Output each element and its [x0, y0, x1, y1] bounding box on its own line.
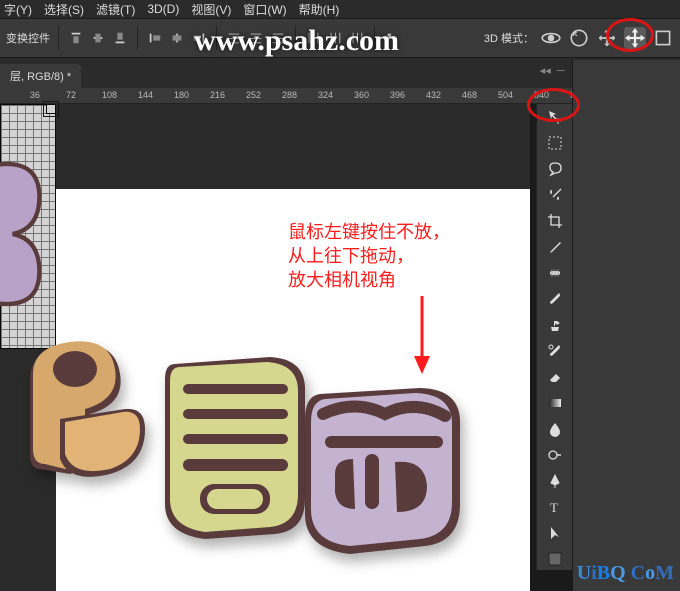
menu-item-view[interactable]: 视图(V): [191, 1, 231, 18]
clone-stamp-icon[interactable]: [542, 314, 568, 336]
ruler-tick-label: 216: [210, 90, 225, 100]
pan-3d-icon[interactable]: [596, 27, 618, 49]
instruction-line-1: 鼠标左键按住不放，: [288, 220, 450, 244]
tools-panel: T: [536, 104, 572, 570]
menu-item-type[interactable]: 字(Y): [4, 1, 32, 18]
ruler-tick-label: 36: [30, 90, 40, 100]
align-left-icon[interactable]: [146, 29, 164, 47]
mode-3d-group: 3D 模式：: [484, 27, 674, 49]
lasso-icon[interactable]: [542, 158, 568, 180]
align-hcenter-icon[interactable]: [168, 29, 186, 47]
type-icon[interactable]: T: [542, 496, 568, 518]
align-top-icon[interactable]: [67, 29, 85, 47]
canvas-area[interactable]: [0, 104, 530, 591]
instruction-line-2: 从上往下拖动，: [288, 244, 450, 268]
orbit-3d-icon[interactable]: [540, 27, 562, 49]
eyedropper-icon[interactable]: [542, 236, 568, 258]
align-vcenter-icon[interactable]: [89, 29, 107, 47]
ruler-tick-label: 396: [390, 90, 405, 100]
align-bottom-icon[interactable]: [111, 29, 129, 47]
ruler-tick-label: 432: [426, 90, 441, 100]
document-tab[interactable]: 层, RGB/8) *: [0, 64, 81, 88]
magic-wand-icon[interactable]: [542, 184, 568, 206]
ruler-tick-label: 72: [66, 90, 76, 100]
eraser-icon[interactable]: [542, 366, 568, 388]
footer-watermark: UiBQ.CoM: [577, 562, 674, 585]
path-select-icon[interactable]: [542, 522, 568, 544]
blur-icon[interactable]: [542, 418, 568, 440]
move-3d-icon[interactable]: [542, 106, 568, 128]
ruler-tick-label: 144: [138, 90, 153, 100]
align-group-1: [67, 29, 129, 47]
history-brush-icon[interactable]: [542, 340, 568, 362]
ruler-tick-label: 180: [174, 90, 189, 100]
ruler-tick-label: 108: [102, 90, 117, 100]
menu-bar: 字(Y) 选择(S) 滤镜(T) 3D(D) 视图(V) 窗口(W) 帮助(H): [0, 0, 680, 18]
slide-3d-icon[interactable]: [624, 27, 646, 49]
marquee-icon[interactable]: [542, 132, 568, 154]
pen-icon[interactable]: [542, 470, 568, 492]
instruction-line-3: 放大相机视角: [288, 268, 450, 292]
roll-3d-icon[interactable]: [568, 27, 590, 49]
ruler-tick-label: 540: [534, 90, 549, 100]
transform-handle-icon[interactable]: [43, 101, 59, 117]
right-panel-area: [572, 60, 680, 591]
ruler-tick-label: 360: [354, 90, 369, 100]
ruler-tick-label: 324: [318, 90, 333, 100]
menu-item-3d[interactable]: 3D(D): [147, 2, 179, 16]
transform-controls-label: 变换控件: [6, 30, 50, 46]
gradient-icon[interactable]: [542, 392, 568, 414]
brush-icon[interactable]: [542, 288, 568, 310]
foreground-swatch-icon[interactable]: [542, 548, 568, 570]
text3d-block-3: [295, 374, 470, 564]
svg-text:T: T: [550, 500, 558, 515]
watermark-text: www.psahz.com: [194, 24, 399, 58]
healing-brush-icon[interactable]: [542, 262, 568, 284]
text3d-block-1: [15, 319, 165, 519]
ruler-tick-label: 504: [498, 90, 513, 100]
separator: [58, 26, 59, 50]
mode-3d-label: 3D 模式：: [484, 30, 534, 46]
preview-3d-shape: [0, 154, 50, 314]
ruler-tick-label: 468: [462, 90, 477, 100]
down-arrow-icon: [412, 296, 432, 376]
ruler-tick-label: 288: [282, 90, 297, 100]
menu-item-window[interactable]: 窗口(W): [243, 1, 286, 18]
separator: [137, 26, 138, 50]
menu-item-select[interactable]: 选择(S): [44, 1, 84, 18]
scale-3d-icon[interactable]: [652, 27, 674, 49]
ruler-tick-label: 252: [246, 90, 261, 100]
instruction-text: 鼠标左键按住不放， 从上往下拖动， 放大相机视角: [288, 220, 450, 292]
text3d-block-2: [155, 339, 315, 549]
menu-item-filter[interactable]: 滤镜(T): [96, 1, 135, 18]
menu-item-help[interactable]: 帮助(H): [299, 1, 340, 18]
dodge-icon[interactable]: [542, 444, 568, 466]
crop-icon[interactable]: [542, 210, 568, 232]
